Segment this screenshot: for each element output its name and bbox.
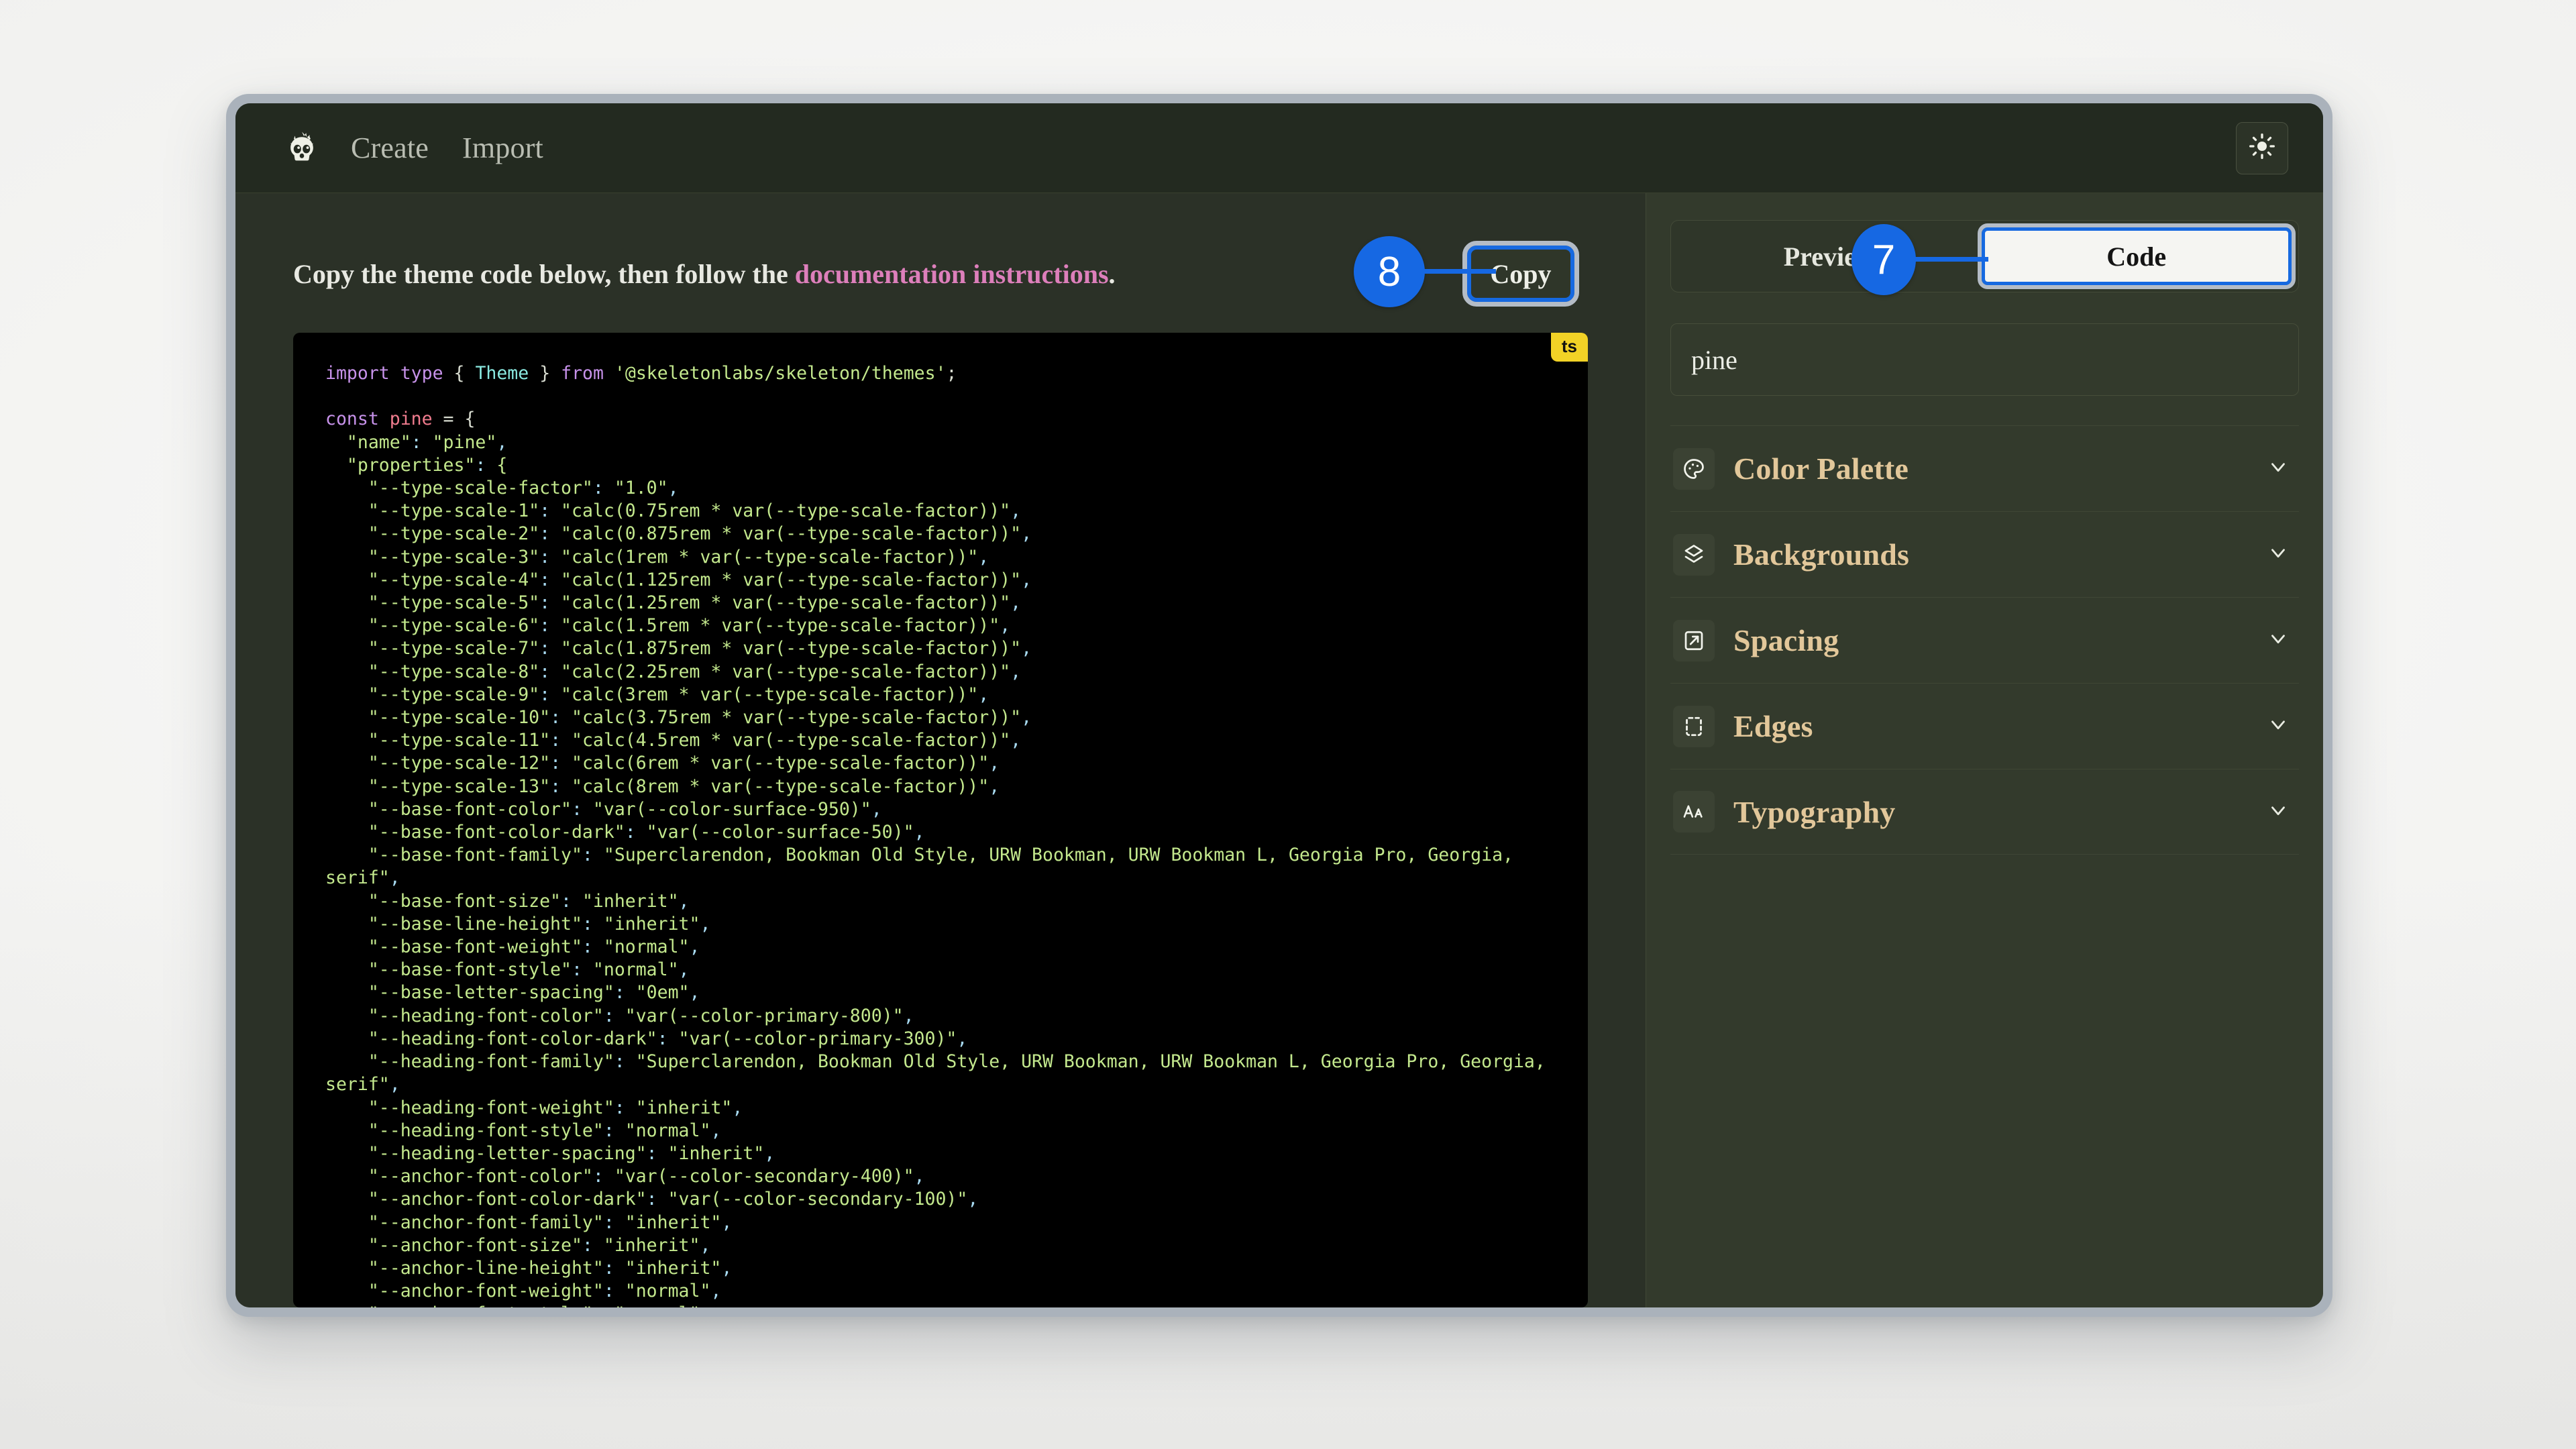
accordion-item-typography[interactable]: Typography: [1670, 769, 2299, 855]
chevron-down-icon: [2267, 627, 2290, 653]
accordion-label-color-palette: Color Palette: [1733, 451, 1909, 486]
aa-text-icon: [1673, 791, 1715, 833]
accordion-label-spacing: Spacing: [1733, 623, 1839, 658]
skull-crown-logo[interactable]: [282, 129, 321, 168]
accordion-item-backgrounds[interactable]: Backgrounds: [1670, 511, 2299, 597]
chevron-down-icon: [2267, 713, 2290, 739]
top-navigation-bar: Create Import: [235, 103, 2323, 193]
settings-pane: Preview Code pine: [1646, 193, 2323, 1307]
app-window: Create Import: [235, 103, 2323, 1307]
copy-button-wrapper: Copy: [1467, 246, 1574, 302]
chevron-down-icon: [2267, 455, 2290, 482]
instructions-text: Copy the theme code below, then follow t…: [293, 258, 1116, 290]
copy-button[interactable]: Copy: [1467, 246, 1574, 302]
settings-accordion: Color Palette Backgrounds: [1670, 425, 2299, 855]
documentation-link[interactable]: documentation instructions: [795, 259, 1109, 289]
dashed-square-icon: [1673, 706, 1715, 747]
theme-code-content[interactable]: import type { Theme } from '@skeletonlab…: [293, 333, 1588, 1307]
accordion-item-edges[interactable]: Edges: [1670, 683, 2299, 769]
accordion-label-edges: Edges: [1733, 708, 1813, 744]
expand-arrow-icon: [1673, 620, 1715, 661]
view-tabs: Preview Code: [1670, 220, 2299, 292]
layers-icon: [1673, 534, 1715, 576]
accordion-label-backgrounds: Backgrounds: [1733, 537, 1909, 572]
content-area: Copy the theme code below, then follow t…: [235, 193, 2323, 1307]
palette-icon: [1673, 448, 1715, 490]
accordion-label-typography: Typography: [1733, 794, 1895, 830]
nav-links: Create Import: [351, 131, 543, 165]
language-badge: ts: [1551, 333, 1588, 362]
instructions-prefix: Copy the theme code below, then follow t…: [293, 259, 795, 289]
app-window-frame: Create Import: [226, 94, 2332, 1317]
nav-link-import[interactable]: Import: [462, 131, 543, 165]
tab-code[interactable]: Code: [1982, 227, 2292, 285]
tab-preview[interactable]: Preview: [1678, 227, 1982, 285]
theme-toggle-button[interactable]: [2236, 122, 2288, 174]
code-block-card: ts import type { Theme } from '@skeleton…: [293, 333, 1588, 1307]
code-pane-header: Copy the theme code below, then follow t…: [293, 233, 1588, 314]
nav-link-create[interactable]: Create: [351, 131, 429, 165]
instructions-suffix: .: [1109, 259, 1116, 289]
accordion-item-spacing[interactable]: Spacing: [1670, 597, 2299, 683]
accordion-item-color-palette[interactable]: Color Palette: [1670, 425, 2299, 511]
code-pane: Copy the theme code below, then follow t…: [235, 193, 1646, 1307]
chevron-down-icon: [2267, 799, 2290, 825]
sun-icon: [2249, 133, 2275, 163]
chevron-down-icon: [2267, 541, 2290, 568]
theme-name-input[interactable]: pine: [1670, 323, 2299, 396]
